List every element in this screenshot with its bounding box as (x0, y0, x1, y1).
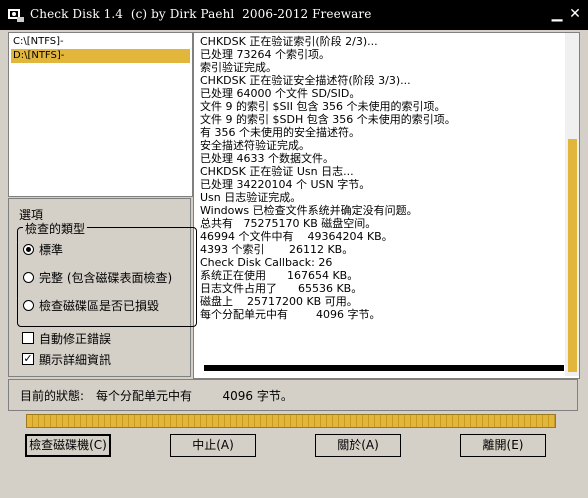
log-line: 有 356 个未使用的安全描述符。 (200, 126, 360, 139)
stop-button[interactable]: 中止(A) (170, 434, 256, 457)
checkbox-autofix[interactable] (22, 332, 34, 344)
progress-fill (27, 415, 555, 427)
log-line: Check Disk Callback: 26 (200, 256, 333, 269)
log-line: 文件 9 的索引 $SDH 包含 356 个未使用的索引项。 (200, 113, 456, 126)
radio-full-label[interactable]: 完整 (包含磁碟表面檢查) (39, 269, 172, 286)
log-line: 磁盘上 25717200 KB 可用。 (200, 295, 358, 308)
log-line: 4393 个索引 26112 KB。 (200, 243, 354, 256)
log-line: 总共有 75275170 KB 磁盘空间。 (200, 217, 377, 230)
about-button[interactable]: 關於(A) (315, 434, 401, 457)
log-line: CHKDSK 正在验证索引(阶段 2/3)... (200, 35, 378, 48)
status-bar: 目前的狀態: 每个分配单元中有 4096 字节。 (8, 379, 578, 411)
minimize-icon[interactable]: ▁ (548, 6, 566, 22)
app-icon (8, 9, 24, 22)
log-line: Usn 日志验证完成。 (200, 191, 302, 204)
radio-corruption-label[interactable]: 檢查磁碟區是否已損毀 (39, 297, 159, 314)
vertical-scrollbar[interactable] (565, 33, 579, 376)
log-line: 文件 9 的索引 $SII 包含 356 个未使用的索引项。 (200, 100, 446, 113)
progress-bar (26, 414, 556, 428)
title-bar[interactable]: Check Disk 1.4 (c) by Dirk Paehl 2006-20… (0, 0, 588, 30)
check-drive-button[interactable]: 檢查磁碟機(C) (25, 434, 111, 457)
radio-full[interactable] (23, 272, 34, 283)
radio-corruption[interactable] (23, 300, 34, 311)
check-type-legend: 檢查的類型 (23, 220, 88, 237)
log-line: 46994 个文件中有 49364204 KB。 (200, 230, 393, 243)
checkbox-verbose-label[interactable]: 顯示詳細資訊 (39, 351, 111, 368)
log-line: Windows 已检查文件系统并确定没有问题。 (200, 204, 418, 217)
drive-item-d[interactable]: D:\[NTFS]- (11, 49, 190, 63)
log-line: 索引验证完成。 (200, 61, 277, 74)
window-title: Check Disk 1.4 (c) by Dirk Paehl 2006-20… (30, 7, 372, 21)
log-line: CHKDSK 正在验证 Usn 日志... (200, 165, 354, 178)
log-line: 已处理 64000 个文件 SD/SID。 (200, 87, 361, 100)
exit-button[interactable]: 離開(E) (460, 434, 546, 457)
radio-standard-label[interactable]: 標準 (39, 241, 63, 258)
horizontal-scrollbar[interactable] (204, 365, 564, 371)
status-label: 目前的狀態: (20, 389, 85, 403)
log-line: 安全描述符验证完成。 (200, 139, 310, 152)
log-line: CHKDSK 正在验证安全描述符(阶段 3/3)... (200, 74, 411, 87)
log-output[interactable]: CHKDSK 正在验证索引(阶段 2/3)... 已处理 73264 个索引项。… (193, 32, 580, 379)
check-disk-window: Check Disk 1.4 (c) by Dirk Paehl 2006-20… (0, 0, 588, 498)
log-line: 已处理 34220104 个 USN 字节。 (200, 178, 371, 191)
log-line: 日志文件占用了 65536 KB。 (200, 282, 363, 295)
log-line: 已处理 4633 个数据文件。 (200, 152, 334, 165)
checkbox-verbose[interactable]: ✓ (22, 353, 34, 365)
radio-standard[interactable] (23, 244, 34, 255)
log-line: 系统正在使用 167654 KB。 (200, 269, 359, 282)
scrollbar-thumb[interactable] (568, 139, 577, 372)
options-panel: 選項 檢查的類型 標準 完整 (包含磁碟表面檢查) 檢查磁碟區是否已損毀 自動修… (8, 198, 197, 377)
log-line: 每个分配单元中有 4096 字节。 (200, 308, 381, 321)
checkbox-autofix-label[interactable]: 自動修正錯誤 (39, 330, 111, 347)
drive-item-c[interactable]: C:\[NTFS]- (11, 35, 190, 49)
status-text: 每个分配单元中有 4096 字节。 (96, 389, 293, 403)
close-icon[interactable]: ✕ (566, 6, 584, 22)
drive-list[interactable]: C:\[NTFS]- D:\[NTFS]- (8, 32, 193, 197)
log-line: 已处理 73264 个索引项。 (200, 48, 330, 61)
